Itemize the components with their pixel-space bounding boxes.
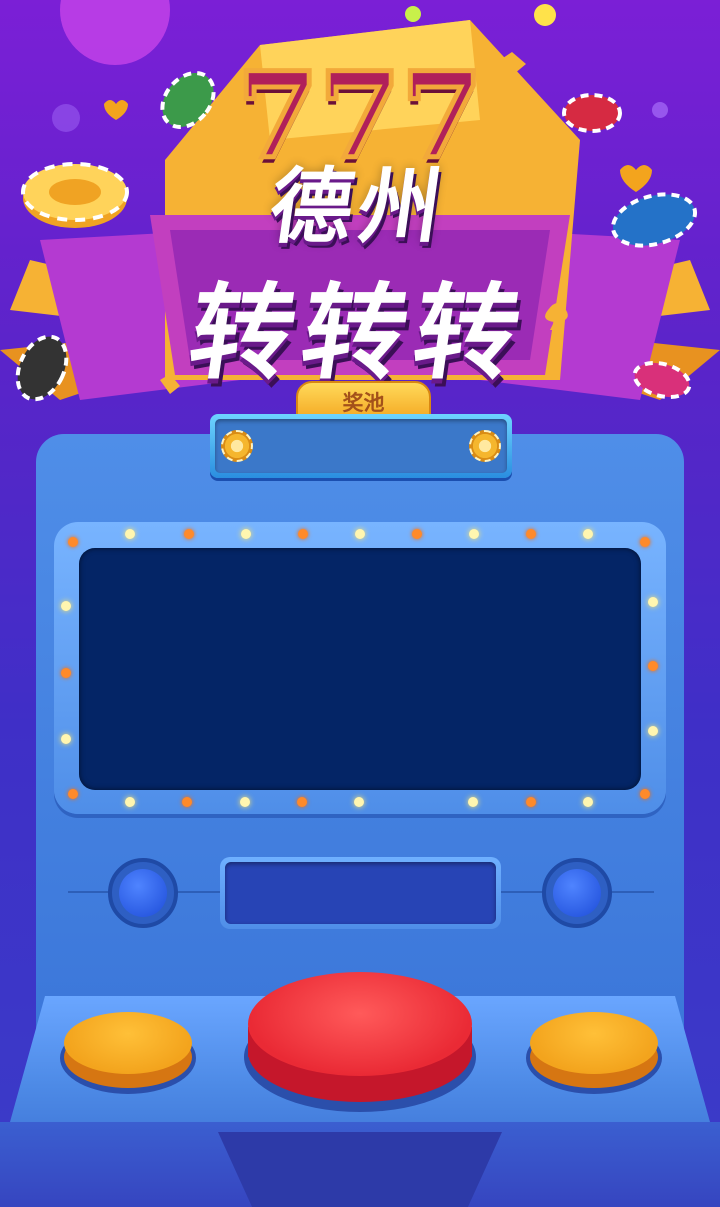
left-bet-button[interactable] (60, 1012, 196, 1094)
button-cap (248, 972, 472, 1076)
jackpot-pool-panel (210, 414, 512, 478)
left-knob-cap (119, 869, 167, 917)
left-knob-button[interactable] (108, 858, 178, 928)
bet-display-slot (220, 857, 501, 929)
spin-button[interactable] (244, 972, 476, 1112)
chip-coin-icon (469, 430, 501, 462)
reel-screen (79, 548, 641, 790)
title-line-2: 转转转 (182, 272, 536, 394)
right-knob-cap (553, 869, 601, 917)
button-cap (530, 1012, 658, 1074)
button-cap (64, 1012, 192, 1074)
bet-display (225, 862, 496, 924)
chip-coin-icon (221, 430, 253, 462)
cabinet-base-notch (218, 1132, 502, 1207)
right-bet-button[interactable] (526, 1012, 662, 1094)
right-knob-button[interactable] (542, 858, 612, 928)
title-line-1: 德州 (264, 160, 454, 255)
jackpot-pool-display (215, 419, 507, 473)
